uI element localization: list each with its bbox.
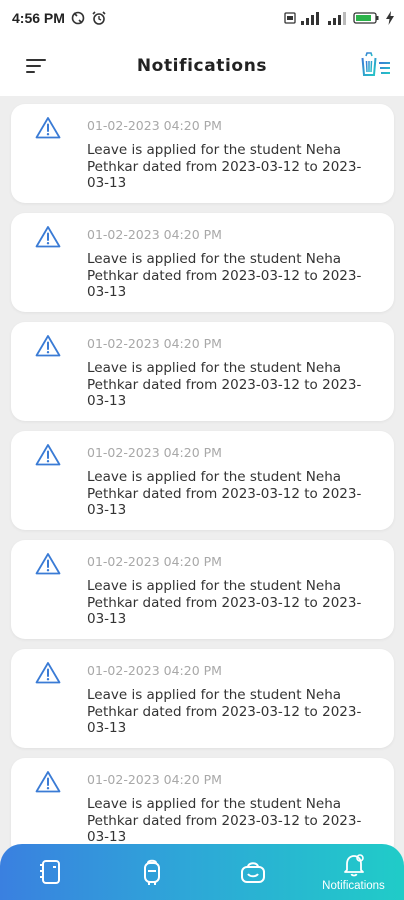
status-bar: 4:56 PM <box>0 0 404 36</box>
nav-item-bag[interactable] <box>202 844 303 900</box>
volte-icon <box>284 12 296 24</box>
signal-icon <box>328 12 346 25</box>
bottom-navigation: Notifications <box>0 844 404 900</box>
menu-lines-icon <box>26 59 46 73</box>
notification-card[interactable]: 01-02-2023 04:20 PM Leave is applied for … <box>11 649 394 748</box>
warning-icon <box>35 662 61 684</box>
notification-message: Leave is applied for the student Neha Pe… <box>87 142 362 191</box>
notification-message: Leave is applied for the student Neha Pe… <box>87 360 362 409</box>
backpack-icon <box>143 859 160 885</box>
warning-icon <box>35 771 61 793</box>
app-header: Notifications <box>0 36 404 96</box>
clear-notifications-button[interactable] <box>358 50 392 80</box>
signal-4g-icon <box>301 12 319 25</box>
status-time: 4:56 PM <box>12 10 65 26</box>
nav-item-documents[interactable] <box>0 844 101 900</box>
alarm-icon <box>92 11 106 25</box>
notification-list[interactable]: 01-02-2023 04:20 PM Leave is applied for … <box>0 96 404 900</box>
nav-item-school-bag[interactable] <box>101 844 202 900</box>
notification-message: Leave is applied for the student Neha Pe… <box>87 687 362 736</box>
notifications-screen: 4:56 PM Notifications 01-02-2023 04:20 P… <box>0 0 404 900</box>
trash-clear-icon <box>361 52 390 76</box>
warning-icon <box>35 553 61 575</box>
notification-time: 01-02-2023 04:20 PM <box>87 554 222 569</box>
warning-icon <box>35 335 61 357</box>
notification-card[interactable]: 01-02-2023 04:20 PM Leave is applied for … <box>11 540 394 639</box>
warning-icon <box>35 117 61 139</box>
notification-time: 01-02-2023 04:20 PM <box>87 336 222 351</box>
notification-card[interactable]: 01-02-2023 04:20 PM Leave is applied for … <box>11 104 394 203</box>
notification-time: 01-02-2023 04:20 PM <box>87 772 222 787</box>
warning-icon <box>35 226 61 248</box>
nav-label-notifications: Notifications <box>322 879 385 892</box>
notification-message: Leave is applied for the student Neha Pe… <box>87 796 362 845</box>
notification-time: 01-02-2023 04:20 PM <box>87 445 222 460</box>
notification-time: 01-02-2023 04:20 PM <box>87 118 222 133</box>
notification-message: Leave is applied for the student Neha Pe… <box>87 251 362 300</box>
notification-card[interactable]: 01-02-2023 04:20 PM Leave is applied for … <box>11 431 394 530</box>
nav-item-notifications[interactable]: Notifications <box>303 844 404 900</box>
notification-time: 01-02-2023 04:20 PM <box>87 663 222 678</box>
notification-card[interactable]: 01-02-2023 04:20 PM Leave is applied for … <box>11 213 394 312</box>
notification-message: Leave is applied for the student Neha Pe… <box>87 469 362 518</box>
menu-button[interactable] <box>24 54 50 78</box>
bell-icon <box>343 853 364 876</box>
notification-message: Leave is applied for the student Neha Pe… <box>87 578 362 627</box>
battery-icon <box>353 12 379 24</box>
sync-icon <box>71 11 85 25</box>
notification-card[interactable]: 01-02-2023 04:20 PM Leave is applied for … <box>11 758 394 857</box>
notification-time: 01-02-2023 04:20 PM <box>87 227 222 242</box>
warning-icon <box>35 444 61 466</box>
page-title: Notifications <box>136 56 268 76</box>
document-icon <box>39 860 60 884</box>
notification-card[interactable]: 01-02-2023 04:20 PM Leave is applied for … <box>11 322 394 421</box>
bag-icon <box>240 862 265 883</box>
charging-icon <box>386 11 394 25</box>
